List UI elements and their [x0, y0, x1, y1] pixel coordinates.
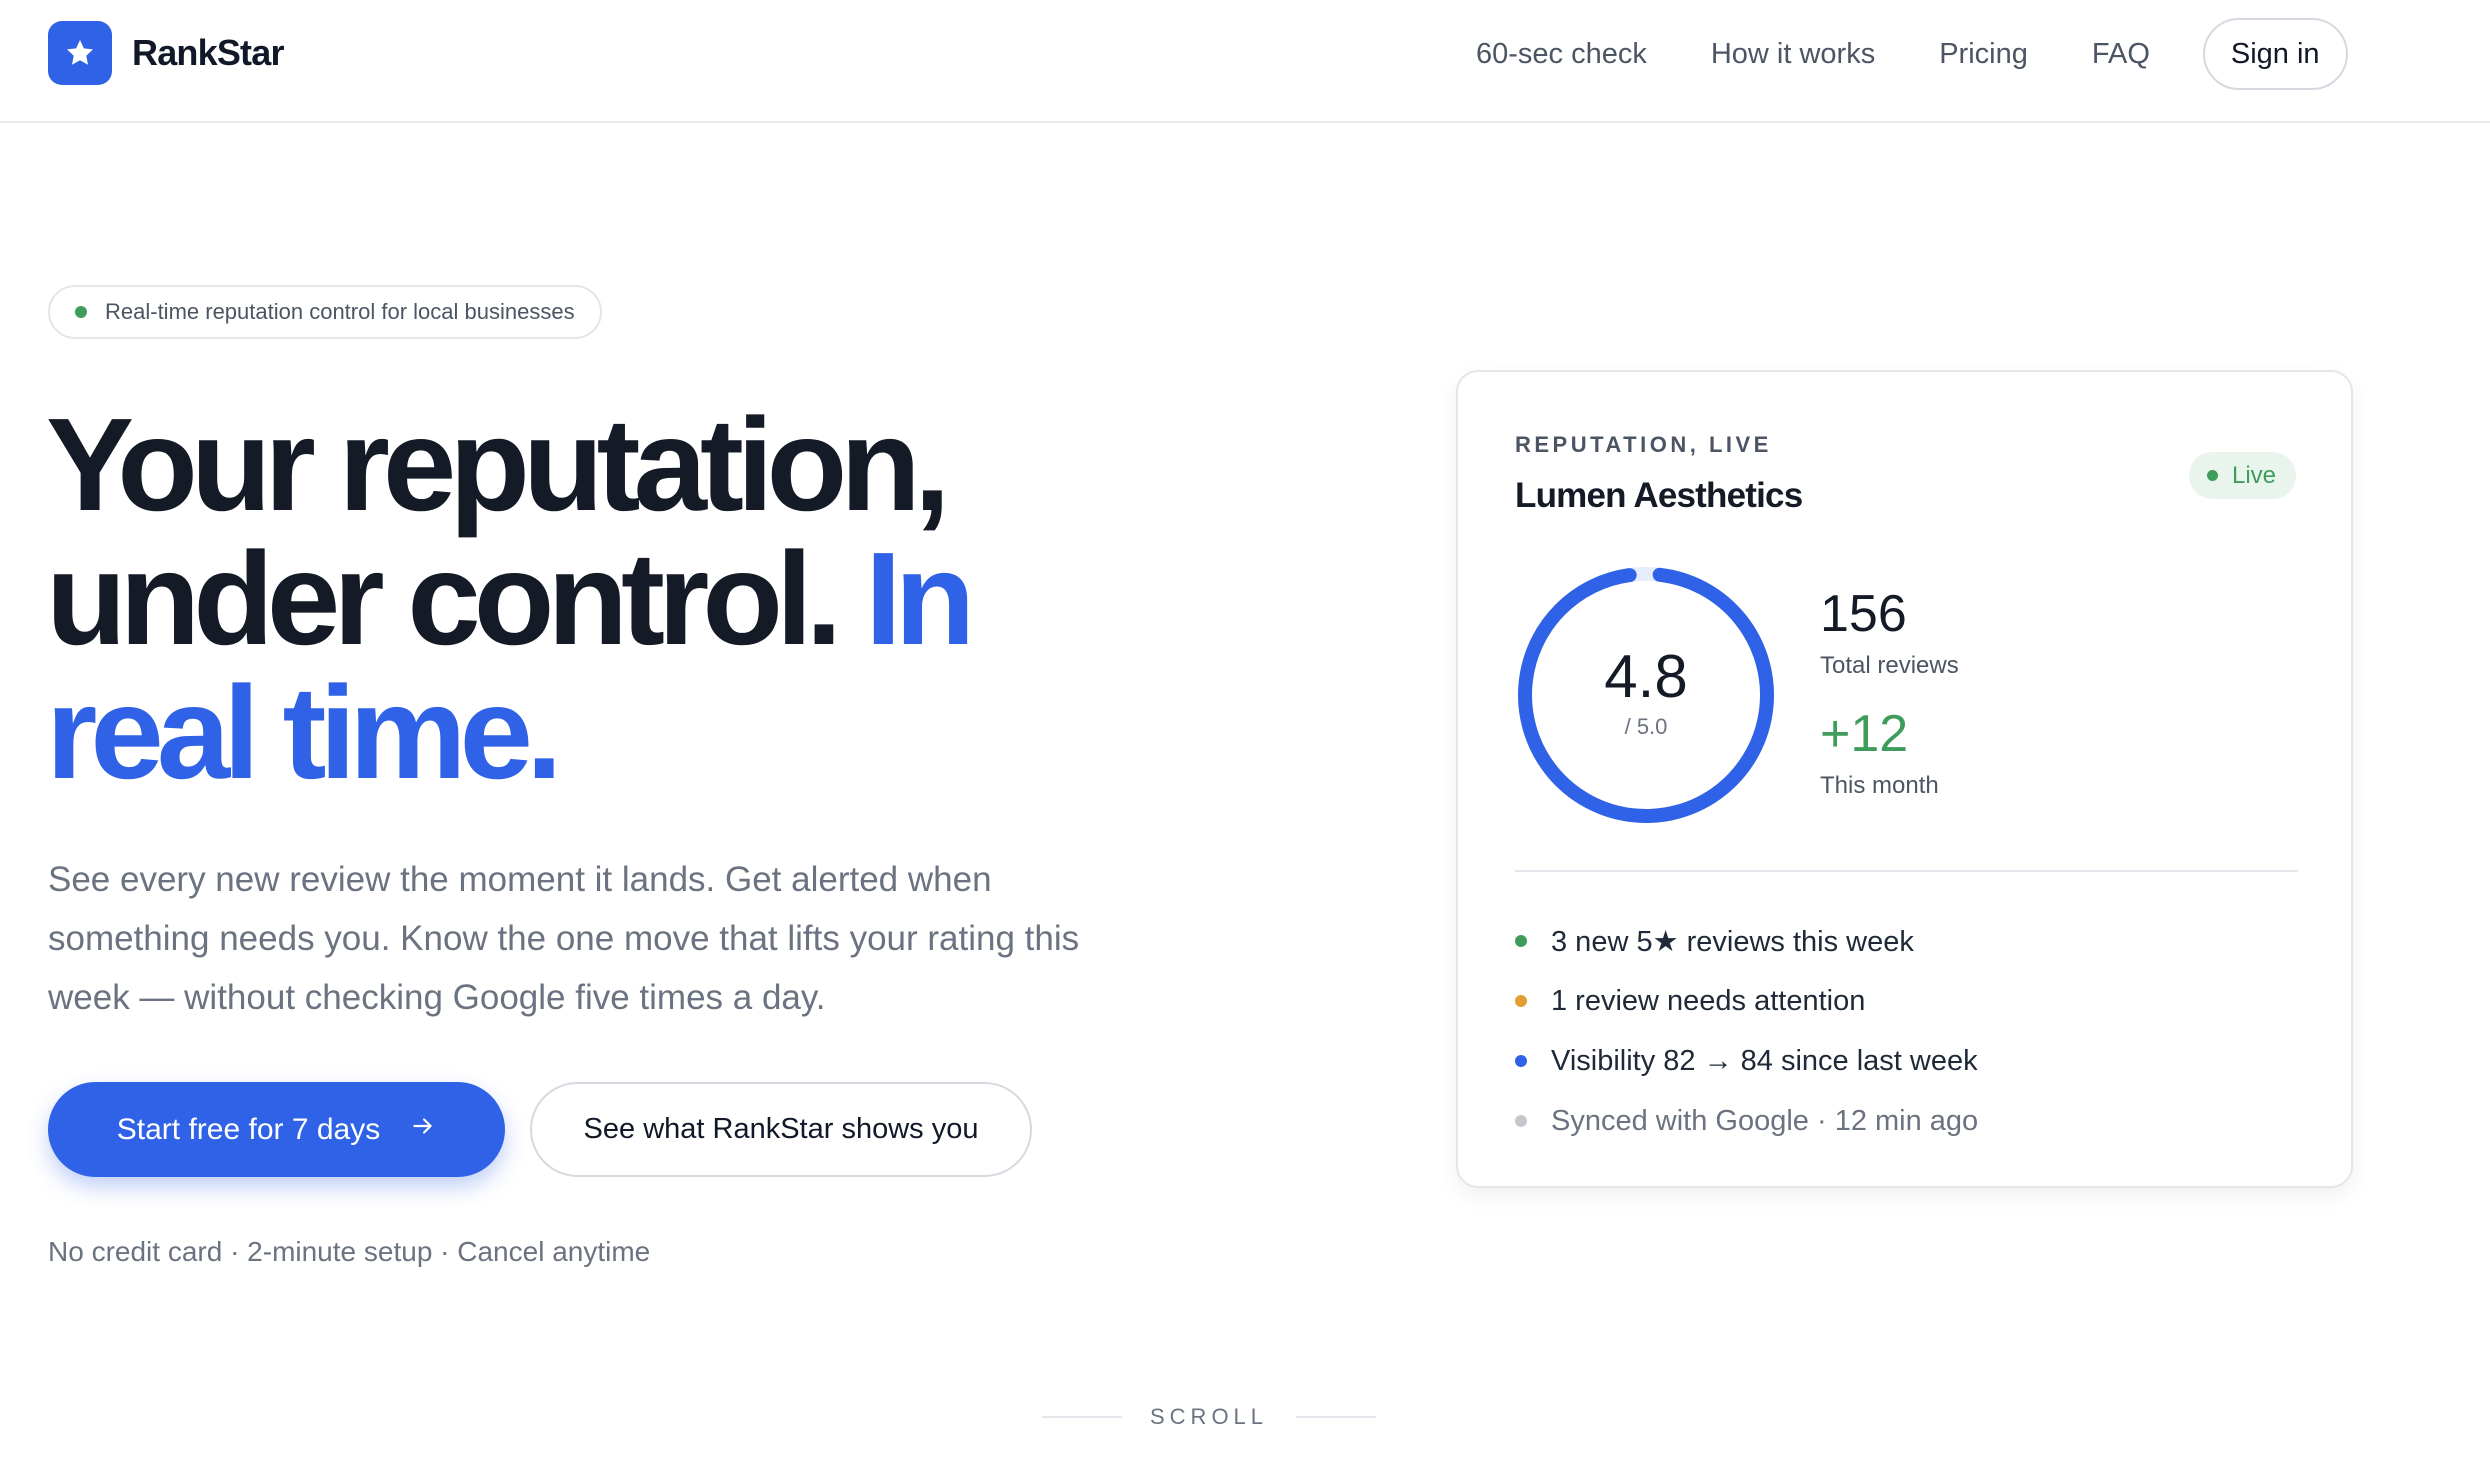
- start-free-trial-button[interactable]: Start free for 7 days: [48, 1082, 505, 1177]
- activity-list: 3 new 5★ reviews this week 1 review need…: [1515, 911, 1978, 1151]
- rating-gauge: 4.8 / 5.0: [1515, 564, 1777, 826]
- scroll-line-right: [1296, 1416, 1377, 1418]
- headline-accent-1: In: [865, 525, 975, 672]
- business-name: Lumen Aesthetics: [1515, 476, 1803, 515]
- total-reviews-label: Total reviews: [1820, 652, 1959, 679]
- nav-link-faq[interactable]: FAQ: [2092, 38, 2150, 71]
- bullet-dot-icon: [1515, 995, 1527, 1007]
- site-header: RankStar 60-sec check How it works Prici…: [0, 0, 2490, 123]
- hero-badge-text: Real-time reputation control for local b…: [105, 299, 575, 324]
- list-item-text: 1 review needs attention: [1551, 984, 1866, 1017]
- star-icon: [48, 21, 112, 85]
- bullet-dot-icon: [1515, 1055, 1527, 1067]
- landing-page: RankStar 60-sec check How it works Prici…: [0, 0, 2490, 1474]
- list-item: Synced with Google · 12 min ago: [1515, 1091, 1978, 1151]
- hero-subtext: See every new review the moment it lands…: [48, 860, 1080, 1017]
- live-status-text: Live: [2231, 461, 2276, 489]
- bullet-dot-icon: [1515, 935, 1527, 947]
- nav-link-60-sec-check[interactable]: 60-sec check: [1476, 38, 1647, 71]
- card-divider: [1515, 870, 2298, 872]
- top-nav: 60-sec check How it works Pricing FAQ Si…: [1476, 18, 2348, 90]
- hero-fineprint: No credit card · 2-minute setup · Cancel…: [48, 1236, 651, 1267]
- list-item: 1 review needs attention: [1515, 971, 1978, 1031]
- hero-headline: Your reputation, under control. In real …: [46, 398, 1196, 800]
- headline-line-1: Your reputation,: [46, 391, 951, 538]
- headline-accent-2: real time.: [46, 659, 563, 806]
- arrow-right-icon: [410, 1113, 436, 1147]
- list-item-text: Synced with Google · 12 min ago: [1551, 1104, 1979, 1137]
- brand-logo[interactable]: RankStar: [48, 21, 284, 85]
- scroll-line-left: [1042, 1416, 1122, 1418]
- brand-name: RankStar: [132, 32, 284, 73]
- live-status-badge: Live: [2188, 452, 2296, 499]
- headline-line-2: under control.: [46, 525, 842, 672]
- reputation-card: REPUTATION, LIVE Lumen Aesthetics Live 4…: [1456, 370, 2353, 1188]
- nav-link-how-it-works[interactable]: How it works: [1711, 38, 1875, 71]
- card-eyebrow: REPUTATION, LIVE: [1515, 432, 1772, 457]
- bullet-dot-icon: [1515, 1115, 1527, 1127]
- cta-row: Start free for 7 days See what RankStar …: [48, 1082, 1032, 1177]
- list-item: Visibility 82 → 84 since last week: [1515, 1031, 1978, 1091]
- list-item: 3 new 5★ reviews this week: [1515, 911, 1978, 971]
- month-delta-value: +12: [1820, 705, 1909, 763]
- scroll-indicator[interactable]: SCROLL: [1042, 1404, 1377, 1430]
- total-reviews-value: 156: [1820, 585, 1907, 643]
- list-item-text: Visibility 82 → 84 since last week: [1551, 1044, 1978, 1077]
- list-item-text: 3 new 5★ reviews this week: [1551, 925, 1914, 958]
- rating-value: 4.8: [1604, 643, 1688, 710]
- status-dot-icon: [75, 306, 87, 318]
- live-dot-icon: [2206, 470, 2218, 481]
- see-demo-button[interactable]: See what RankStar shows you: [530, 1082, 1032, 1177]
- start-free-trial-label: Start free for 7 days: [116, 1112, 381, 1146]
- month-delta-label: This month: [1820, 772, 1939, 799]
- scroll-label: SCROLL: [1150, 1404, 1269, 1429]
- rating-max: / 5.0: [1624, 714, 1668, 739]
- sign-in-button[interactable]: Sign in: [2202, 18, 2348, 90]
- hero-badge: Real-time reputation control for local b…: [48, 285, 602, 339]
- nav-link-pricing[interactable]: Pricing: [1939, 38, 2028, 71]
